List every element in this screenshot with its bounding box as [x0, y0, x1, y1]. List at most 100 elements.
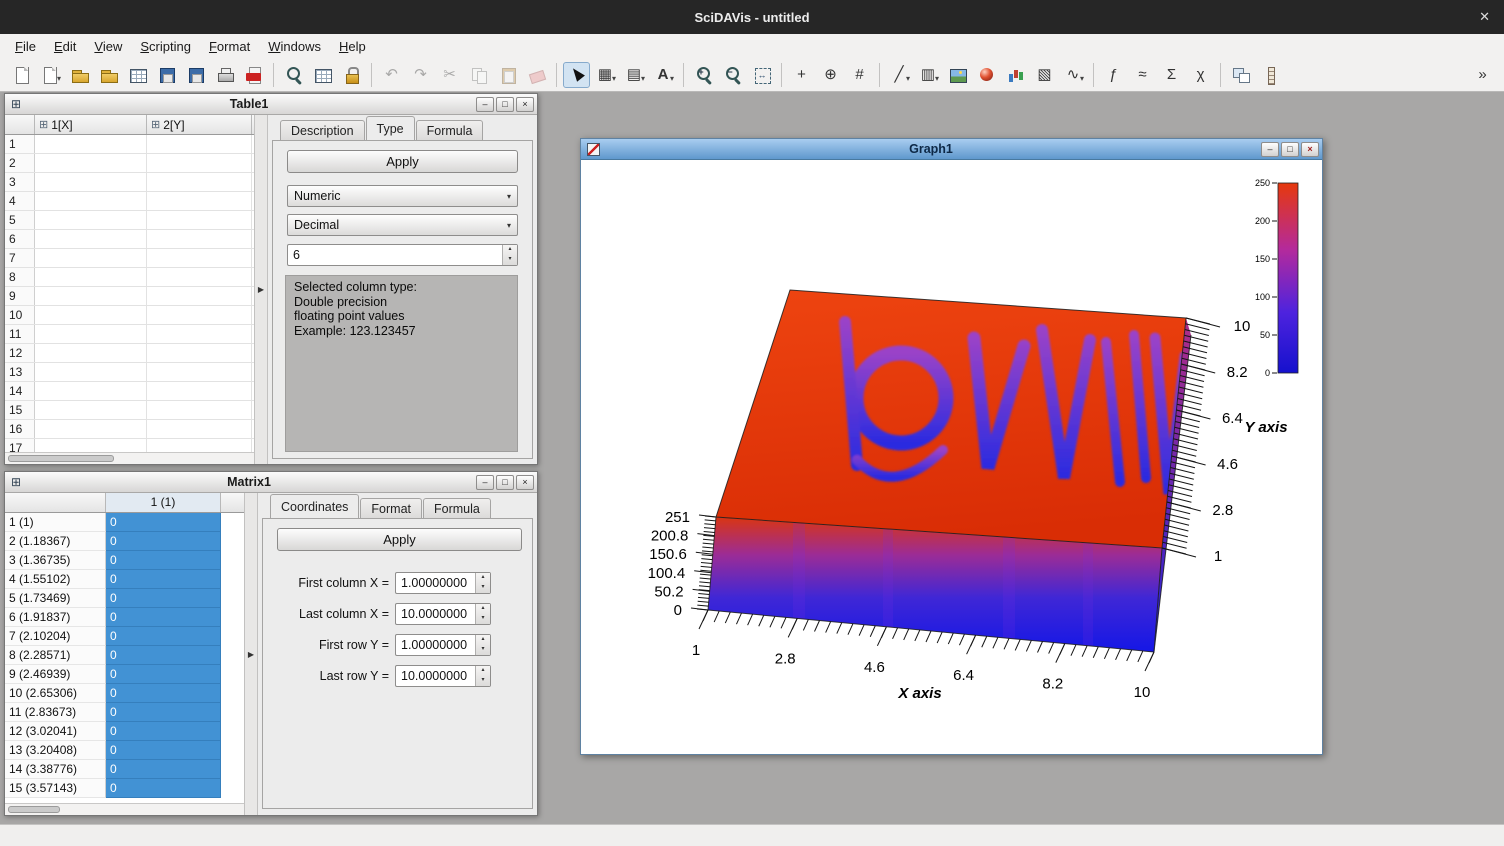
- table-cell[interactable]: [147, 211, 252, 229]
- type-combobox[interactable]: Numeric ▾: [287, 185, 518, 207]
- save-project-button[interactable]: [153, 62, 180, 88]
- row-header[interactable]: 4: [5, 192, 35, 210]
- matrix-row-header[interactable]: 15 (3.57143): [5, 779, 106, 798]
- row-header[interactable]: 7: [5, 249, 35, 267]
- matrix-row-header[interactable]: 7 (2.10204): [5, 627, 106, 646]
- row-header[interactable]: 13: [5, 363, 35, 381]
- spin-up-icon[interactable]: ▴: [476, 666, 490, 676]
- table-cell[interactable]: [147, 363, 252, 381]
- matrix-cell-selected[interactable]: 0: [106, 608, 221, 627]
- table-cell[interactable]: [35, 230, 147, 248]
- results-log-button[interactable]: [309, 62, 336, 88]
- row-header[interactable]: 6: [5, 230, 35, 248]
- table-cell[interactable]: [35, 268, 147, 286]
- zoom-out-button[interactable]: −: [719, 62, 746, 88]
- tab-format[interactable]: Format: [360, 498, 422, 518]
- plot-3d-scatter-button[interactable]: ▧: [1031, 62, 1058, 88]
- minimize-button[interactable]: –: [1261, 142, 1279, 157]
- undo-button[interactable]: ↶: [378, 62, 405, 88]
- new-aspect-button[interactable]: ▾: [37, 62, 64, 88]
- matrix-row-header[interactable]: 2 (1.18367): [5, 532, 106, 551]
- row-header[interactable]: 9: [5, 287, 35, 305]
- statistics-button[interactable]: Σ: [1158, 62, 1185, 88]
- table1-column-header-1[interactable]: ⊞ 1[X]: [35, 115, 147, 134]
- row-header[interactable]: 16: [5, 420, 35, 438]
- table1-column-header-2[interactable]: ⊞ 2[Y]: [147, 115, 252, 134]
- matrix-row-header[interactable]: 14 (3.38776): [5, 760, 106, 779]
- table1-hscrollbar[interactable]: [5, 452, 254, 464]
- spin-down-icon[interactable]: ▾: [476, 645, 490, 655]
- scrollbar-thumb[interactable]: [8, 455, 114, 462]
- table-cell[interactable]: [35, 173, 147, 191]
- table-cell[interactable]: [147, 135, 252, 153]
- last-column-x-spinbox[interactable]: 10.0000000 ▴▾: [395, 603, 491, 625]
- matrix-cell-selected[interactable]: 0: [106, 589, 221, 608]
- spin-up-icon[interactable]: ▴: [476, 573, 490, 583]
- matrix1-corner-header[interactable]: [5, 493, 106, 512]
- select-pointer-button[interactable]: [563, 62, 590, 88]
- table-cell[interactable]: [147, 306, 252, 324]
- table-cell[interactable]: [147, 268, 252, 286]
- matrix-cell-selected[interactable]: 0: [106, 779, 221, 798]
- menu-format[interactable]: Format: [200, 36, 259, 57]
- open-project-button[interactable]: [66, 62, 93, 88]
- spin-down-icon[interactable]: ▾: [503, 255, 517, 265]
- last-row-y-spinbox[interactable]: 10.0000000 ▴▾: [395, 665, 491, 687]
- rescale-to-show-all-button[interactable]: [748, 62, 775, 88]
- minimize-button[interactable]: –: [476, 475, 494, 490]
- table-cell[interactable]: [147, 382, 252, 400]
- matrix-row-header[interactable]: 4 (1.55102): [5, 570, 106, 589]
- matrix-cell-selected[interactable]: 0: [106, 741, 221, 760]
- add-image-button[interactable]: [944, 62, 971, 88]
- row-header[interactable]: 3: [5, 173, 35, 191]
- matrix-row-header[interactable]: 12 (3.02041): [5, 722, 106, 741]
- import-ascii-button[interactable]: [124, 62, 151, 88]
- table-cell[interactable]: [35, 363, 147, 381]
- row-header[interactable]: 17: [5, 439, 35, 452]
- plot-3d-bars-button[interactable]: [1002, 62, 1029, 88]
- text-tools-button[interactable]: A▾: [650, 62, 677, 88]
- table-cell[interactable]: [147, 173, 252, 191]
- menu-file[interactable]: File: [6, 36, 45, 57]
- plot-3d-sphere-button[interactable]: [973, 62, 1000, 88]
- toolbar-overflow-button[interactable]: »: [1469, 62, 1496, 88]
- table-cell[interactable]: [35, 382, 147, 400]
- table-cell[interactable]: [147, 325, 252, 343]
- cut-selection-button[interactable]: ✂: [436, 62, 463, 88]
- table-cell[interactable]: [35, 287, 147, 305]
- save-template-button[interactable]: [182, 62, 209, 88]
- table-cell[interactable]: [147, 192, 252, 210]
- table-cell[interactable]: [35, 439, 147, 452]
- row-header[interactable]: 1: [5, 135, 35, 153]
- apply-button[interactable]: Apply: [277, 528, 522, 551]
- matrix-cell-selected[interactable]: 0: [106, 665, 221, 684]
- matrix-cell-selected[interactable]: 0: [106, 532, 221, 551]
- first-row-y-spinbox[interactable]: 1.00000000 ▴▾: [395, 634, 491, 656]
- maximize-button[interactable]: □: [1281, 142, 1299, 157]
- matrix-cell-selected[interactable]: 0: [106, 703, 221, 722]
- close-button[interactable]: ×: [516, 475, 534, 490]
- table-cell[interactable]: [35, 249, 147, 267]
- tab-description[interactable]: Description: [280, 120, 365, 140]
- add-plot-button[interactable]: ▥▾: [915, 62, 942, 88]
- matrix-row-header[interactable]: 3 (1.36735): [5, 551, 106, 570]
- matrix-row-header[interactable]: 8 (2.28571): [5, 646, 106, 665]
- minimize-button[interactable]: –: [476, 97, 494, 112]
- first-column-x-spinbox[interactable]: 1.00000000 ▴▾: [395, 572, 491, 594]
- delete-selection-button[interactable]: [523, 62, 550, 88]
- matrix-row-header[interactable]: 5 (1.73469): [5, 589, 106, 608]
- table-cell[interactable]: [35, 211, 147, 229]
- table-cell[interactable]: [35, 344, 147, 362]
- row-header[interactable]: 15: [5, 401, 35, 419]
- tab-coordinates[interactable]: Coordinates: [270, 494, 359, 518]
- matrix-cell-selected[interactable]: 0: [106, 684, 221, 703]
- draw-line-button[interactable]: ╱▾: [886, 62, 913, 88]
- spin-down-icon[interactable]: ▾: [476, 614, 490, 624]
- matrix-cell-selected[interactable]: 0: [106, 760, 221, 779]
- paste-selection-button[interactable]: [494, 62, 521, 88]
- layer-tools-button[interactable]: ▤▾: [621, 62, 648, 88]
- matrix-row-header[interactable]: 1 (1): [5, 513, 106, 532]
- matrix-row-header[interactable]: 10 (2.65306): [5, 684, 106, 703]
- row-header[interactable]: 14: [5, 382, 35, 400]
- menu-windows[interactable]: Windows: [259, 36, 330, 57]
